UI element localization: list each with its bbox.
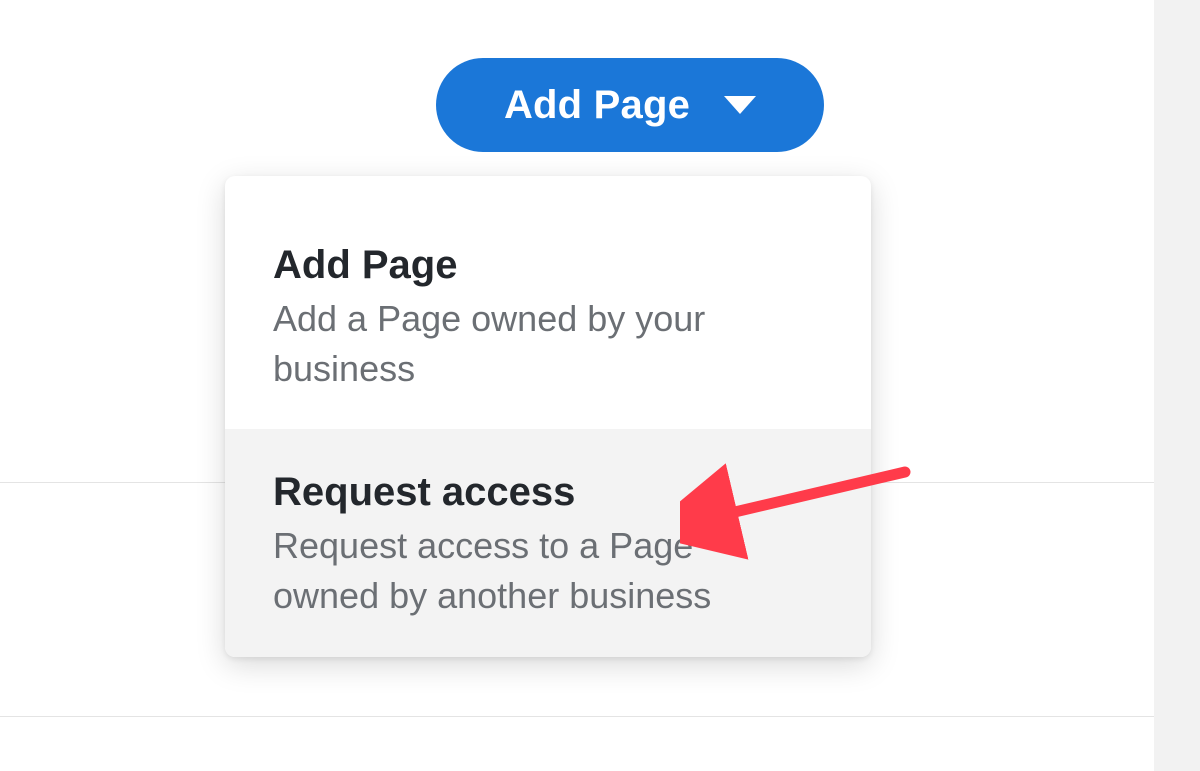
menu-item-description: Add a Page owned by your business (273, 294, 793, 393)
menu-item-title: Request access (273, 469, 825, 515)
right-background-strip (1154, 0, 1200, 771)
menu-item-description: Request access to a Page owned by anothe… (273, 521, 793, 620)
add-page-dropdown: Add Page Add a Page owned by your busine… (225, 176, 871, 657)
add-page-button[interactable]: Add Page (436, 58, 824, 152)
menu-item-title: Add Page (273, 242, 825, 288)
chevron-down-icon (724, 96, 756, 114)
row-divider (0, 716, 1154, 717)
menu-item-request-access[interactable]: Request access Request access to a Page … (225, 429, 871, 656)
menu-item-add-page[interactable]: Add Page Add a Page owned by your busine… (225, 176, 871, 429)
add-page-button-label: Add Page (504, 83, 690, 128)
